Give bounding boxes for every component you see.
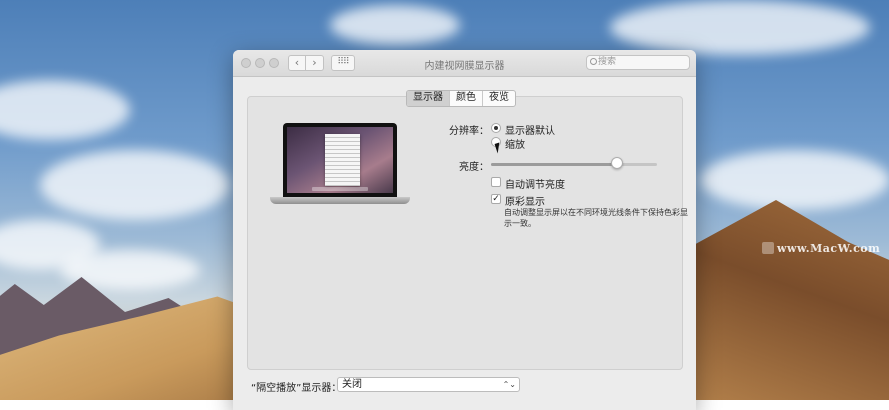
auto-brightness-checkbox[interactable] [491,177,501,187]
brightness-slider-track[interactable] [491,163,657,166]
airplay-display-select[interactable]: 关闭 ⌃⌄ [337,377,520,392]
title-bar[interactable]: ‹ › ⠿⠿ 内建视网膜显示器 搜索 [233,50,696,77]
brightness-label: 亮度： [459,162,489,173]
laptop-wallpaper [287,127,393,193]
resolution-scaled-label[interactable]: 缩放 [505,136,525,151]
brightness-slider-fill [491,163,618,166]
document-window-preview [325,134,360,186]
displays-preferences-window: ‹ › ⠿⠿ 内建视网膜显示器 搜索 显示器 颜色 夜览 分辨率： 显示器默认 … [233,50,696,410]
tab-display[interactable]: 显示器 [407,91,450,106]
cloud [610,0,870,55]
laptop-base [270,197,410,204]
search-placeholder: 搜索 [598,57,617,67]
tab-color[interactable]: 颜色 [450,91,483,106]
watermark-logo-icon [762,242,774,254]
dock-preview [312,187,368,191]
resolution-default-radio[interactable] [491,123,501,133]
watermark-text: www.MacW.com [777,242,881,255]
resolution-label: 分辨率： [449,126,489,137]
laptop-screen [283,123,397,197]
watermark: www.MacW.com [762,242,880,255]
airplay-display-value: 关闭 [342,379,362,390]
cloud [700,150,889,210]
search-field[interactable]: 搜索 [586,55,690,70]
chevron-updown-icon: ⌃⌄ [502,380,516,389]
true-tone-description: 自动调整显示屏以在不同环境光线条件下保持色彩显示一致。 [504,208,688,228]
airplay-display-label: “隔空播放”显示器： [251,383,342,394]
sand-dune-right [680,200,889,400]
auto-brightness-label[interactable]: 自动调节亮度 [505,176,565,191]
tab-bar: 显示器 颜色 夜览 [406,90,516,107]
cloud [0,80,130,140]
resolution-default-label[interactable]: 显示器默认 [505,122,555,137]
cloud [40,150,230,220]
tab-night-shift[interactable]: 夜览 [483,91,515,106]
true-tone-label[interactable]: 原彩显示 [505,193,545,208]
search-icon [590,58,597,65]
true-tone-checkbox[interactable]: ✓ [491,194,501,204]
cloud [330,5,460,45]
